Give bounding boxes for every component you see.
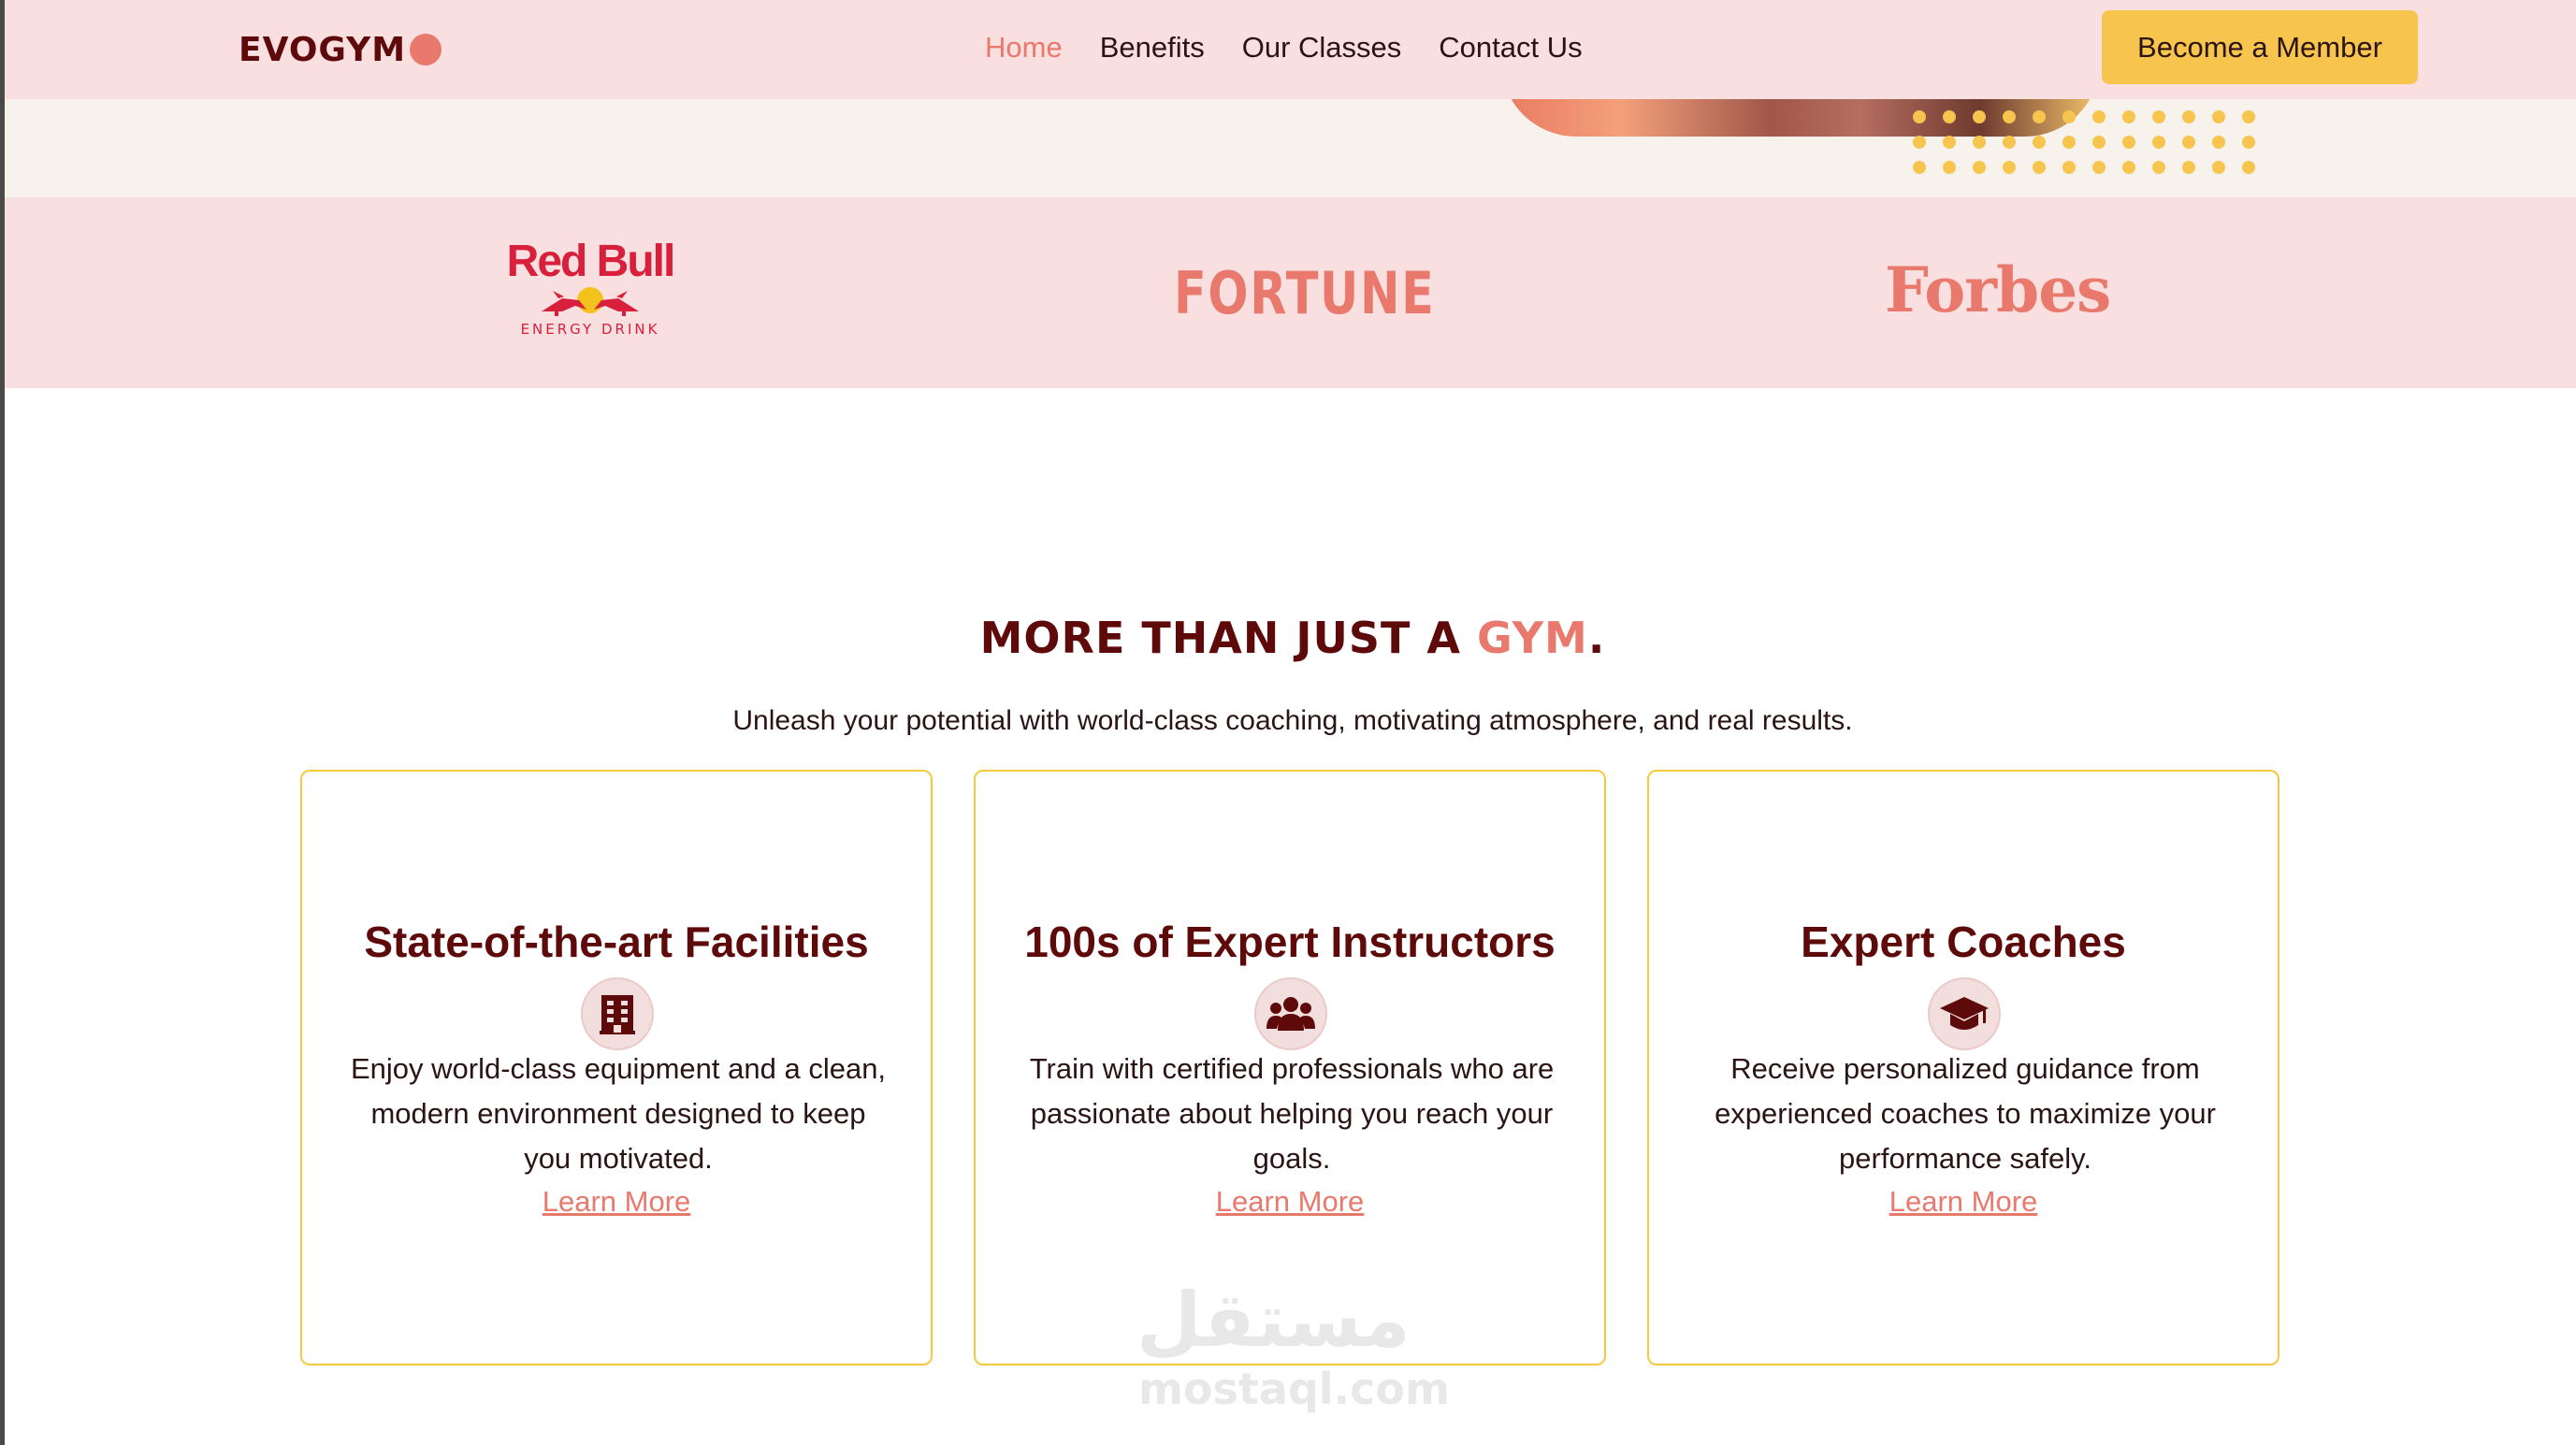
learn-more-link[interactable]: Learn More [1649,1185,2278,1219]
dot [2033,136,2046,149]
sponsors-bar: Red Bull ENERGY DRINK FORTUNE Forbes [5,197,2576,388]
dot [2062,136,2076,149]
dot [2212,136,2225,149]
dot [2092,136,2106,149]
benefit-card-coaches: Expert Coaches Receive personalized guid… [1647,770,2279,1366]
watermark-arabic: مستقل [1136,1277,1411,1364]
dot [1943,161,1956,174]
dot [2003,136,2016,149]
card-description: Enjoy world-class equipment and a clean,… [350,1052,887,1175]
dot [1913,161,1926,174]
dot [2062,110,2076,123]
dot [2122,136,2135,149]
users-icon [1254,977,1327,1050]
dot [1973,136,1986,149]
dot [2182,110,2195,123]
dot [2122,110,2135,123]
dot [2092,161,2106,174]
dot [2152,136,2165,149]
section-subtitle: Unleash your potential with world-class … [732,705,1853,736]
dot [2182,136,2195,149]
dot [2212,110,2225,123]
nav-links: Home Benefits Our Classes Contact Us [985,26,1583,69]
dot [2152,161,2165,174]
learn-more-link[interactable]: Learn More [302,1185,931,1219]
hero-strip [5,99,2576,197]
benefit-card-facilities: State-of-the-art Facilities Enjoy world-… [300,770,933,1366]
dot [2242,110,2255,123]
fortune-logo: FORTUNE [1174,259,1436,327]
card-title: State-of-the-art Facilities [364,918,869,966]
learn-more-link[interactable]: Learn More [976,1185,1604,1219]
nav-link-contact-us[interactable]: Contact Us [1439,31,1582,65]
dot [2033,110,2046,123]
dot [2122,161,2135,174]
redbull-name: Red Bull [506,237,676,286]
dot [1943,136,1956,149]
dot [2092,110,2106,123]
redbull-tagline: ENERGY DRINK [520,321,660,338]
card-description: Receive personalized guidance from exper… [1715,1052,2216,1175]
redbull-bulls-icon [542,287,639,316]
dot [2003,110,2016,123]
dot [1973,161,1986,174]
dot [2182,161,2195,174]
page: EVOGYM Home Benefits Our Classes Contact… [5,0,2576,1445]
dot [1943,110,1956,123]
dot [1913,110,1926,123]
dot [1973,110,1986,123]
dot [2033,161,2046,174]
section-title-main: MORE THAN JUST A [979,613,1477,663]
navbar: EVOGYM Home Benefits Our Classes Contact… [5,0,2576,99]
section-title-end: . [1587,613,1606,663]
card-title: 100s of Expert Instructors [1024,918,1556,966]
dot [2212,161,2225,174]
redbull-logo: Red Bull ENERGY DRINK [503,237,677,339]
section-title: MORE THAN JUST A GYM. [5,613,2576,663]
nav-link-our-classes[interactable]: Our Classes [1242,31,1402,65]
dot [2242,136,2255,149]
dot [2152,110,2165,123]
watermark-latin: mostaql.com [1138,1364,1450,1414]
forbes-logo: Forbes [1885,253,2111,326]
dots-pattern [1913,110,2272,186]
section-title-accent: GYM [1477,613,1588,663]
dot [2242,161,2255,174]
logo-dot-icon [410,34,442,65]
logo-text: EVOGYM [239,30,407,69]
dot [2062,161,2076,174]
card-description: Train with certified professionals who a… [1029,1052,1555,1175]
card-title: Expert Coaches [1801,918,2126,966]
nav-link-home[interactable]: Home [985,31,1063,65]
become-member-button[interactable]: Become a Member [2102,10,2418,84]
building-icon [581,977,654,1050]
dot [2003,161,2016,174]
dot [1913,136,1926,149]
graduation-cap-icon [1928,977,2001,1050]
logo[interactable]: EVOGYM [239,26,442,73]
nav-link-benefits[interactable]: Benefits [1100,31,1205,65]
